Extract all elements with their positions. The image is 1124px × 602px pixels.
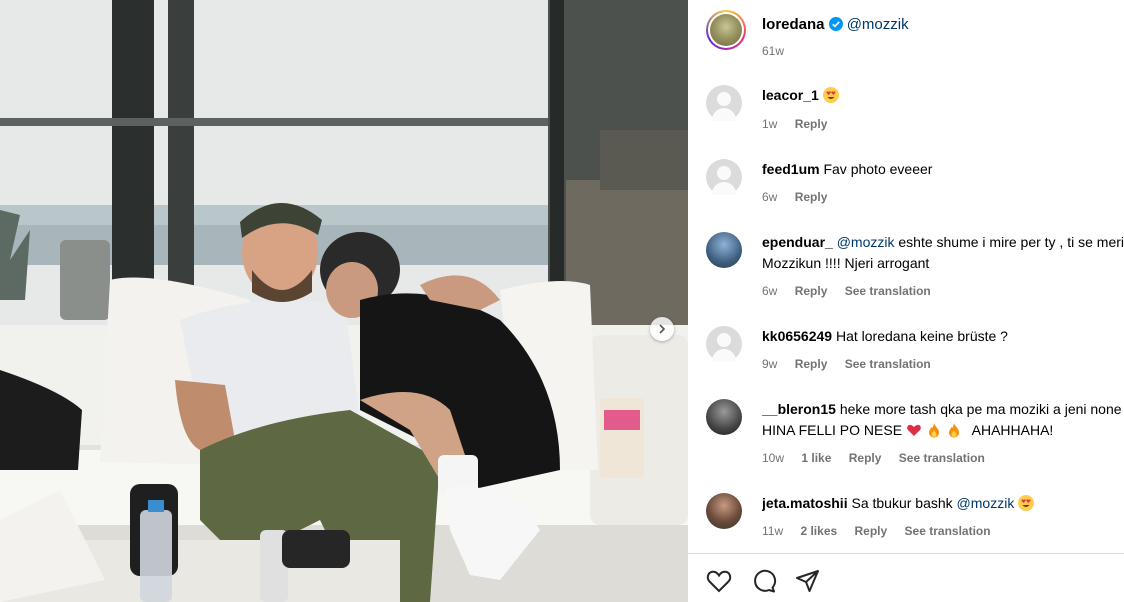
reply-button[interactable]: Reply	[849, 451, 882, 465]
comment-username[interactable]: jeta.matoshii	[762, 495, 848, 511]
comment-item: ependuar_ @mozzik eshte shume i mire per…	[706, 232, 1124, 308]
fire-emoji-icon	[928, 423, 939, 438]
commenter-avatar[interactable]	[706, 85, 742, 121]
see-translation-button[interactable]: See translation	[845, 357, 931, 371]
commenter-avatar[interactable]	[706, 493, 742, 529]
commenter-avatar[interactable]	[706, 159, 742, 195]
comment-icon[interactable]	[751, 569, 777, 593]
comment-item: kk0656249 Hat loredana keine brüste ? 9w…	[706, 326, 1124, 386]
comment-text-line2: HINA FELLI PO NESE AHAHHAHA!	[762, 420, 1124, 441]
comment-item: __bleron15 heke more tash qka pe ma mozi…	[706, 399, 1124, 475]
reply-button[interactable]: Reply	[795, 284, 828, 298]
comment-line2-tail: AHAHHAHA!	[971, 422, 1054, 438]
see-translation-button[interactable]: See translation	[899, 451, 985, 465]
comment-username[interactable]: __bleron15	[762, 401, 836, 417]
caption-mention[interactable]: @mozzik	[847, 16, 909, 33]
chevron-right-icon	[659, 324, 666, 334]
author-username[interactable]: loredana	[762, 16, 825, 33]
comment-line2-text: HINA FELLI PO NESE	[762, 422, 903, 438]
see-translation-button[interactable]: See translation	[905, 524, 991, 538]
reply-button[interactable]: Reply	[795, 357, 828, 371]
comment-text: Hat loredana keine brüste ?	[835, 328, 1008, 344]
post-actions-bar	[688, 553, 1124, 602]
heart-icon[interactable]	[706, 569, 732, 593]
comment-username[interactable]: kk0656249	[762, 328, 832, 344]
commenter-avatar[interactable]	[706, 232, 742, 268]
verified-icon	[828, 17, 843, 31]
comment-username[interactable]: feed1um	[762, 161, 820, 177]
comment-mention[interactable]: @mozzik	[837, 234, 895, 250]
comment-text: heke more tash qka pe ma moziki a jeni n…	[839, 401, 1122, 417]
comment-text-line2: Mozzikun !!!! Njeri arrogant	[762, 255, 930, 271]
photo-illustration	[0, 0, 688, 602]
comments-panel: loredana @mozzik 61w leacor_1 1w Reply f…	[688, 0, 1124, 602]
comment-time: 9w	[762, 357, 778, 371]
comment-text: Sa tbukur bashk	[851, 495, 953, 511]
comment-text: Fav photo eveeer	[823, 161, 933, 177]
likes-count[interactable]: 1 like	[801, 451, 831, 465]
post-photo[interactable]	[0, 0, 688, 602]
commenter-avatar[interactable]	[706, 399, 742, 435]
comment-time: 6w	[762, 284, 778, 298]
comment-time: 11w	[762, 524, 784, 538]
author-avatar[interactable]	[706, 10, 746, 50]
comment-item: leacor_1 1w Reply	[706, 85, 1124, 145]
reply-button[interactable]: Reply	[855, 524, 888, 538]
commenter-avatar[interactable]	[706, 326, 742, 362]
reply-button[interactable]: Reply	[795, 190, 828, 204]
reply-button[interactable]: Reply	[795, 117, 828, 131]
comment-item: jeta.matoshii Sa tbukur bashk @mozzik 11…	[706, 493, 1124, 549]
comment-username[interactable]: leacor_1	[762, 87, 819, 103]
red-heart-emoji-icon	[907, 424, 921, 436]
comment-time: 1w	[762, 117, 778, 131]
comment-item: feed1um Fav photo eveeer 6w Reply	[706, 159, 1124, 219]
comment-username[interactable]: ependuar_	[762, 234, 833, 250]
fire-emoji-icon	[948, 423, 959, 438]
likes-count[interactable]: 2 likes	[800, 524, 837, 538]
comment-time: 6w	[762, 190, 778, 204]
comment-mention[interactable]: @mozzik	[957, 495, 1015, 511]
comment-text: eshte shume i mire per ty , ti se merito…	[898, 234, 1124, 250]
heart-eyes-emoji-icon	[822, 87, 839, 103]
heart-eyes-emoji-icon	[1018, 495, 1035, 511]
post-time: 61w	[762, 44, 785, 58]
comment-time: 10w	[762, 451, 785, 465]
see-translation-button[interactable]: See translation	[845, 284, 931, 298]
share-icon[interactable]	[795, 569, 821, 593]
next-photo-button[interactable]	[650, 317, 674, 341]
